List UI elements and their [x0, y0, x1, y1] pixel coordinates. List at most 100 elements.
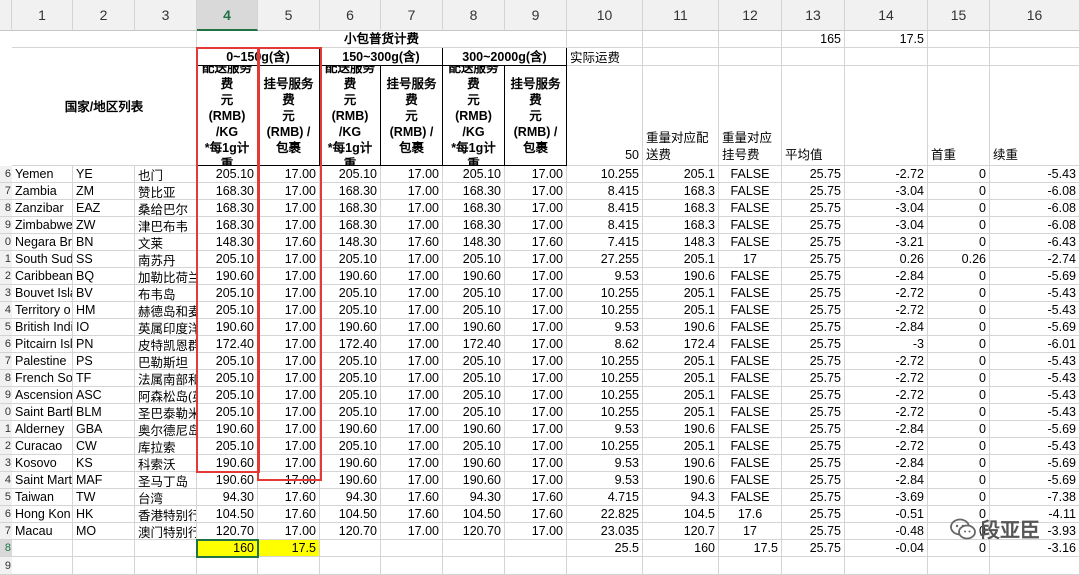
cell-r2[interactable]: 17.00 — [381, 302, 443, 319]
cell-cn[interactable]: 法属南部和 — [135, 370, 197, 387]
cell-k[interactable]: 205.1 — [643, 404, 719, 421]
cell-cn[interactable]: 津巴布韦 — [135, 217, 197, 234]
cell-r3[interactable]: 17.00 — [505, 387, 567, 404]
cell-r2[interactable]: 17.00 — [381, 183, 443, 200]
cell-d1[interactable]: 168.30 — [197, 217, 258, 234]
cell-m[interactable]: 25.75 — [782, 285, 845, 302]
cell-en[interactable]: French Sou — [12, 370, 73, 387]
cell-en[interactable]: Kosovo — [12, 455, 73, 472]
cell-n2[interactable]: -2.72 — [845, 370, 928, 387]
cell-r2[interactable]: 17.60 — [381, 506, 443, 523]
cell-d3[interactable]: 168.30 — [443, 200, 505, 217]
cell-l[interactable]: FALSE — [719, 472, 782, 489]
cell-d1[interactable]: 205.10 — [197, 438, 258, 455]
cell-r1[interactable]: 17.00 — [258, 166, 320, 183]
cell-l[interactable]: FALSE — [719, 404, 782, 421]
cell-o[interactable]: 0 — [928, 285, 990, 302]
cell-p[interactable]: -5.69 — [990, 268, 1080, 285]
cell-cn[interactable]: 圣马丁岛 — [135, 472, 197, 489]
cell-r2[interactable]: 17.60 — [381, 489, 443, 506]
cell-d1[interactable]: 104.50 — [197, 506, 258, 523]
cell-code[interactable]: BN — [73, 234, 135, 251]
cell-d1[interactable]: 190.60 — [197, 319, 258, 336]
cell-r1[interactable]: 17.00 — [258, 455, 320, 472]
cell-p[interactable]: -6.08 — [990, 200, 1080, 217]
cell-r1[interactable]: 17.00 — [258, 302, 320, 319]
cell-en[interactable]: Palestine — [12, 353, 73, 370]
cell-d2[interactable]: 120.70 — [320, 523, 381, 540]
subheader-col10[interactable]: 50 — [567, 66, 643, 166]
header-row1-col11[interactable] — [643, 31, 719, 48]
cell-r2[interactable]: 17.00 — [381, 370, 443, 387]
total-r1[interactable]: 17.5 — [258, 540, 320, 557]
cell-m[interactable]: 25.75 — [782, 302, 845, 319]
column-header-1[interactable]: 1 — [12, 0, 73, 31]
cell-code[interactable]: TF — [73, 370, 135, 387]
cell-j[interactable]: 9.53 — [567, 455, 643, 472]
cell-d3[interactable]: 190.60 — [443, 421, 505, 438]
column-header-10[interactable]: 10 — [567, 0, 643, 31]
total-blank-col6[interactable] — [320, 540, 381, 557]
cell-k[interactable]: 205.1 — [643, 166, 719, 183]
cell-cn[interactable]: 圣巴泰勒米 — [135, 404, 197, 421]
row-number-total[interactable]: 8 — [0, 540, 12, 557]
total-n2[interactable]: -0.04 — [845, 540, 928, 557]
cell-l[interactable]: FALSE — [719, 489, 782, 506]
column-header-4[interactable]: 4 — [197, 0, 258, 31]
column-header-14[interactable]: 14 — [845, 0, 928, 31]
cell-cn[interactable]: 加勒比荷兰 — [135, 268, 197, 285]
cell-m[interactable]: 25.75 — [782, 404, 845, 421]
actual-freight-label[interactable]: 实际运费 — [567, 48, 643, 66]
subheader-weight-delivery[interactable]: 重量对应配送费 — [643, 66, 719, 166]
cell-code[interactable]: BV — [73, 285, 135, 302]
cell-o[interactable]: 0 — [928, 472, 990, 489]
cell-n1[interactable]: 17.5 — [845, 31, 928, 48]
header-row1-col16[interactable] — [990, 31, 1080, 48]
cell-r3[interactable]: 17.00 — [505, 302, 567, 319]
cell-n2[interactable]: -2.72 — [845, 438, 928, 455]
cell-n2[interactable]: -3.21 — [845, 234, 928, 251]
row-number[interactable]: 3 — [0, 455, 12, 472]
total-l[interactable]: 17.5 — [719, 540, 782, 557]
cell-l[interactable]: FALSE — [719, 353, 782, 370]
empty-cell[interactable] — [567, 557, 643, 575]
cell-o[interactable]: 0 — [928, 404, 990, 421]
cell-p[interactable]: -5.43 — [990, 387, 1080, 404]
merged-header-title[interactable]: 小包普货计费 — [197, 31, 567, 48]
cell-j[interactable]: 10.255 — [567, 166, 643, 183]
cell-j[interactable]: 8.415 — [567, 183, 643, 200]
cell-r1[interactable]: 17.00 — [258, 268, 320, 285]
cell-d3[interactable]: 148.30 — [443, 234, 505, 251]
cell-l[interactable]: FALSE — [719, 183, 782, 200]
cell-code[interactable]: ASC — [73, 387, 135, 404]
cell-k[interactable]: 205.1 — [643, 438, 719, 455]
cell-en[interactable]: Zanzibar — [12, 200, 73, 217]
cell-o[interactable]: 0 — [928, 370, 990, 387]
cell-n2[interactable]: -3.04 — [845, 200, 928, 217]
row-number[interactable]: 3 — [0, 285, 12, 302]
cell-d1[interactable]: 120.70 — [197, 523, 258, 540]
cell-code[interactable]: KS — [73, 455, 135, 472]
cell-r1[interactable]: 17.00 — [258, 353, 320, 370]
column-header-11[interactable]: 11 — [643, 0, 719, 31]
cell-code[interactable]: CW — [73, 438, 135, 455]
header-row1-col15[interactable] — [928, 31, 990, 48]
cell-d1[interactable]: 94.30 — [197, 489, 258, 506]
cell-o[interactable]: 0 — [928, 234, 990, 251]
cell-m[interactable]: 25.75 — [782, 472, 845, 489]
cell-j[interactable]: 9.53 — [567, 268, 643, 285]
cell-r2[interactable]: 17.00 — [381, 268, 443, 285]
cell-o[interactable]: 0.26 — [928, 251, 990, 268]
country-list-label[interactable]: 国家/地区列表 — [12, 48, 197, 166]
cell-r3[interactable]: 17.00 — [505, 455, 567, 472]
cell-d2[interactable]: 168.30 — [320, 200, 381, 217]
cell-m[interactable]: 25.75 — [782, 268, 845, 285]
cell-d3[interactable]: 190.60 — [443, 455, 505, 472]
cell-p[interactable]: -5.43 — [990, 438, 1080, 455]
column-header-13[interactable]: 13 — [782, 0, 845, 31]
cell-o[interactable]: 0 — [928, 183, 990, 200]
cell-p[interactable]: -5.43 — [990, 404, 1080, 421]
cell-r3[interactable]: 17.00 — [505, 472, 567, 489]
cell-d2[interactable]: 94.30 — [320, 489, 381, 506]
cell-r3[interactable]: 17.00 — [505, 251, 567, 268]
